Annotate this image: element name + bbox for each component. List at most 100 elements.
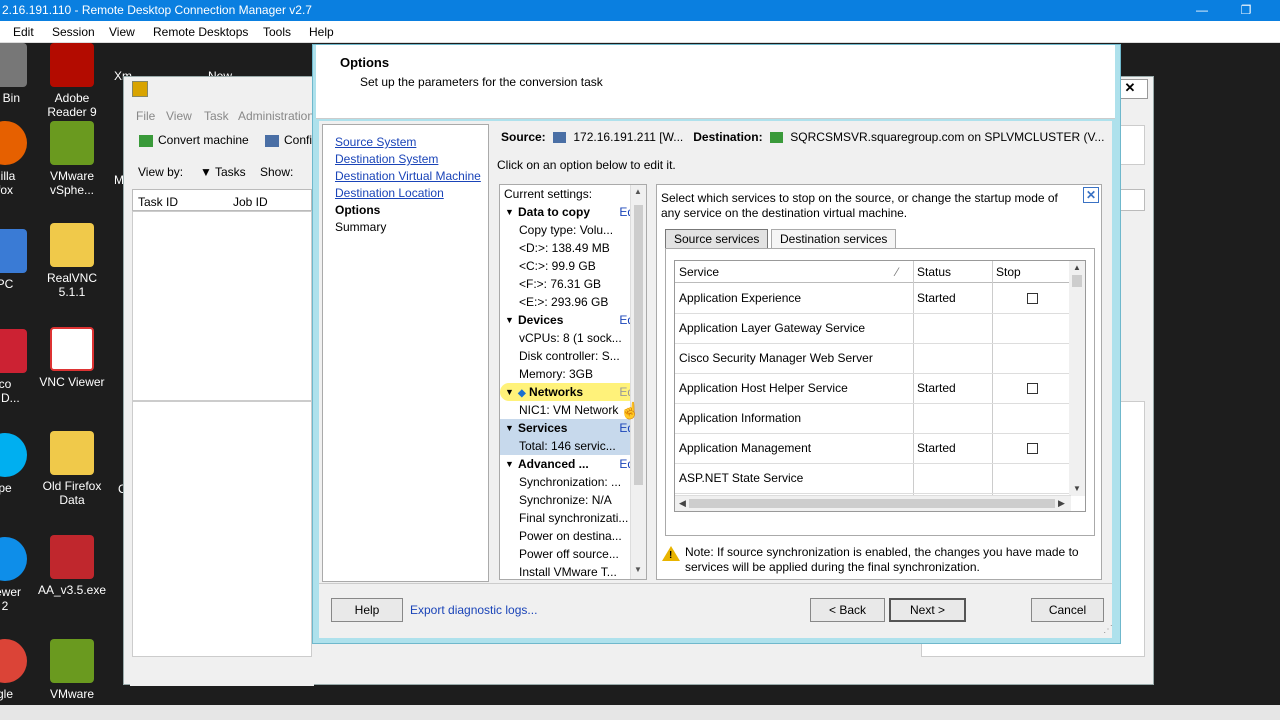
menu-remote-desktops[interactable]: Remote Desktops [153, 25, 248, 39]
minimize-icon[interactable]: — [1190, 0, 1214, 21]
collapse-icon[interactable]: ▼ [505, 203, 514, 221]
setting-item: Synchronization: ... [519, 475, 622, 489]
restore-icon[interactable]: ❐ [1234, 0, 1258, 21]
scroll-thumb[interactable] [1072, 275, 1082, 287]
cancel-button[interactable]: Cancel [1031, 598, 1104, 622]
vmware-vsphere-icon [50, 121, 94, 165]
table-row[interactable]: Application Host Helper Service Started [675, 374, 1071, 404]
desktop-icon-vnc-viewer[interactable]: VNC Viewer [37, 327, 107, 389]
nav-destination-location[interactable]: Destination Location [335, 186, 488, 203]
setting-item: <E:>: 293.96 GB [519, 295, 609, 309]
menu-view[interactable]: View [109, 25, 135, 39]
menu-help[interactable]: Help [309, 25, 334, 39]
setting-item: Power on destina... [519, 529, 622, 543]
col-status[interactable]: Status [917, 265, 951, 279]
desktop-icon-firefox[interactable]: zilla fox [0, 121, 40, 197]
tasks-dropdown[interactable]: ▼ Tasks [200, 165, 246, 179]
desktop-icon-old-firefox-data[interactable]: Old Firefox Data [37, 431, 107, 507]
desktop-icon-vmware-vsphere[interactable]: VMware vSphe... [37, 121, 107, 197]
desktop-icon-realvnc[interactable]: RealVNC 5.1.1 [37, 223, 107, 299]
bg-menu-administration[interactable]: Administration [238, 109, 314, 123]
next-button[interactable]: Next > [889, 598, 966, 622]
section-networks[interactable]: ▼◆ NetworksEdit [500, 383, 646, 401]
grid-vertical-scrollbar[interactable]: ▲ ▼ [1069, 261, 1085, 496]
section-services[interactable]: ▼ServicesEdit [500, 419, 646, 437]
menu-edit[interactable]: Edit [13, 25, 34, 39]
collapse-icon[interactable]: ▼ [505, 455, 514, 473]
col-task-id[interactable]: Task ID [138, 195, 178, 209]
section-data-to-copy[interactable]: ▼Data to copyEdit [500, 203, 646, 221]
convert-machine-button[interactable]: Convert machine [139, 133, 249, 147]
table-row[interactable]: Application Experience Started [675, 284, 1071, 314]
table-row[interactable]: Application Layer Gateway Service [675, 314, 1071, 344]
stop-checkbox[interactable] [1027, 293, 1038, 304]
col-stop[interactable]: Stop [996, 265, 1021, 279]
export-diagnostic-logs-link[interactable]: Export diagnostic logs... [410, 603, 537, 617]
stop-checkbox[interactable] [1027, 383, 1038, 394]
menu-session[interactable]: Session [52, 25, 95, 39]
col-job-id[interactable]: Job ID [233, 195, 268, 209]
task-list-header: Task ID Job ID [132, 189, 312, 211]
sort-icon: ⁄ [896, 265, 899, 279]
scroll-down-icon[interactable]: ▼ [634, 565, 642, 574]
section-advanced[interactable]: ▼Advanced ...Edit [500, 455, 646, 473]
close-icon[interactable]: ✕ [1083, 187, 1099, 203]
folder-icon [50, 223, 94, 267]
nav-destination-system[interactable]: Destination System [335, 152, 488, 169]
bg-menu-view[interactable]: View [166, 109, 192, 123]
table-row[interactable]: Application Management Started [675, 434, 1071, 464]
service-status-cell: Started [917, 284, 992, 314]
service-name-cell: Application Information [679, 404, 913, 434]
scroll-up-icon[interactable]: ▲ [634, 187, 642, 196]
scroll-down-icon[interactable]: ▼ [1073, 484, 1081, 493]
desktop-icon-pc[interactable]: PC [0, 229, 40, 291]
service-status-cell [917, 314, 992, 344]
desktop-icon-aa[interactable]: AA_v3.5.exe [37, 535, 107, 597]
settings-scrollbar[interactable]: ▲ ▼ [630, 185, 646, 579]
table-row[interactable]: Cisco Security Manager Web Server [675, 344, 1071, 374]
tab-source-services[interactable]: Source services [665, 229, 769, 248]
skype-icon [0, 433, 27, 477]
back-button[interactable]: < Back [810, 598, 885, 622]
desktop-icon-chrome[interactable]: gle [0, 639, 40, 701]
table-row[interactable]: Application Information [675, 404, 1071, 434]
scroll-left-icon[interactable]: ◀ [679, 498, 686, 509]
scroll-up-icon[interactable]: ▲ [1073, 263, 1081, 272]
section-devices[interactable]: ▼DevicesEdit [500, 311, 646, 329]
table-row[interactable]: ASP.NET State Service [675, 464, 1071, 494]
view-by-label: View by: [138, 165, 184, 179]
bg-menu-task[interactable]: Task [204, 109, 229, 123]
service-name-cell: ASP.NET State Service [679, 464, 913, 494]
setting-item: Memory: 3GB [519, 367, 594, 381]
nav-source-system[interactable]: Source System [335, 135, 488, 152]
wizard-header: Options Set up the parameters for the co… [316, 45, 1115, 119]
nav-destination-virtual-machine[interactable]: Destination Virtual Machine [335, 169, 488, 186]
collapse-icon[interactable]: ▼ [505, 311, 514, 329]
scroll-thumb[interactable] [689, 499, 1055, 508]
resize-grip-icon[interactable]: ⋰ [1103, 624, 1113, 635]
desktop-icon-adobe-reader[interactable]: Adobe Reader 9 [37, 43, 107, 119]
grid-horizontal-scrollbar[interactable]: ◀ ▶ [675, 495, 1071, 511]
vm-icon [769, 132, 783, 144]
desktop-icon-teamviewer[interactable]: /iewer 2 [0, 537, 40, 613]
scroll-right-icon[interactable]: ▶ [1058, 498, 1065, 509]
service-status-cell: Started [917, 374, 992, 404]
bg-menu-file[interactable]: File [136, 109, 155, 123]
desktop-icon-cisco[interactable]: co I-ID... [0, 329, 40, 405]
service-name-cell: Application Experience [679, 284, 913, 314]
collapse-icon[interactable]: ▼ [505, 383, 514, 401]
configure-machine-button[interactable]: Confi [265, 133, 312, 147]
desktop-icon-skype[interactable]: pe [0, 433, 40, 495]
menu-tools[interactable]: Tools [263, 25, 291, 39]
desktop-icon-vmware[interactable]: VMware [37, 639, 107, 701]
scroll-thumb[interactable] [634, 205, 643, 485]
stop-checkbox[interactable] [1027, 443, 1038, 454]
vnc-viewer-icon [50, 327, 94, 371]
help-button[interactable]: Help [331, 598, 403, 622]
collapse-icon[interactable]: ▼ [505, 419, 514, 437]
page-title: Options [340, 55, 390, 70]
desktop-icon-recycle-bin[interactable]: le Bin [0, 43, 40, 105]
task-list [132, 211, 312, 401]
tab-destination-services[interactable]: Destination services [771, 229, 897, 248]
col-service[interactable]: Service [679, 265, 719, 279]
